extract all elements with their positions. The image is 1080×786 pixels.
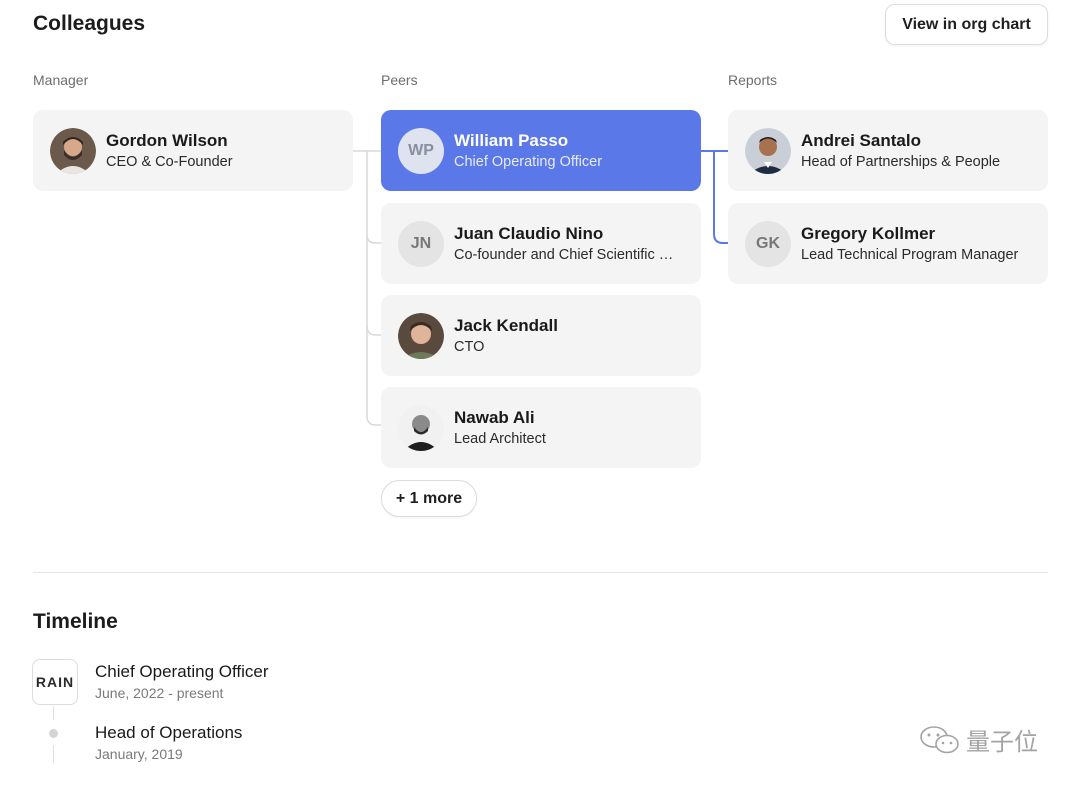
timeline-title: Timeline — [33, 610, 118, 633]
colleague-role: CTO — [454, 338, 485, 355]
colleague-role: Lead Technical Program Manager — [801, 246, 1019, 263]
peers-column-label: Peers — [381, 72, 418, 88]
section-divider — [33, 572, 1048, 573]
colleague-name: Nawab Ali — [454, 407, 535, 427]
report-card[interactable]: Andrei Santalo Head of Partnerships & Pe… — [728, 110, 1048, 191]
company-logo-text: RAIN — [35, 674, 75, 690]
avatar-initials: WP — [398, 127, 444, 174]
reports-column-label: Reports — [728, 72, 778, 88]
avatar — [398, 312, 444, 359]
avatar — [50, 127, 96, 174]
show-more-peers-button[interactable]: + 1 more — [381, 480, 477, 517]
colleagues-title: Colleagues — [33, 12, 146, 35]
colleague-role: CEO & Co-Founder — [106, 153, 233, 170]
colleague-role: Chief Operating Officer — [454, 153, 603, 170]
peer-card[interactable]: JN Juan Claudio Nino Co-founder and Chie… — [381, 203, 701, 284]
report-card[interactable]: GK Gregory Kollmer Lead Technical Progra… — [728, 203, 1048, 284]
timeline-dot — [49, 729, 58, 738]
watermark-text: 量子位 — [966, 728, 1038, 756]
colleague-name: Gregory Kollmer — [801, 223, 936, 243]
timeline-item-title: Head of Operations — [95, 723, 243, 742]
avatar — [745, 127, 791, 174]
colleague-role: Head of Partnerships & People — [801, 153, 1001, 170]
avatar-initials: GK — [745, 220, 791, 267]
manager-card[interactable]: Gordon Wilson CEO & Co-Founder — [33, 110, 353, 191]
view-org-chart-button[interactable]: View in org chart — [885, 4, 1048, 45]
timeline-connector — [53, 745, 54, 763]
colleague-name: Juan Claudio Nino — [454, 223, 604, 243]
colleague-name: Andrei Santalo — [801, 130, 921, 150]
timeline-item-title: Chief Operating Officer — [95, 662, 269, 681]
timeline-item-date: June, 2022 - present — [95, 685, 224, 701]
peer-card-selected[interactable]: WP William Passo Chief Operating Officer — [381, 110, 701, 191]
colleague-role: Lead Architect — [454, 430, 546, 447]
colleague-name: Jack Kendall — [454, 315, 558, 335]
colleague-name: William Passo — [454, 130, 569, 150]
peer-card[interactable]: Jack Kendall CTO — [381, 295, 701, 376]
avatar — [398, 404, 444, 451]
company-logo: RAIN — [32, 659, 78, 705]
avatar-initials: JN — [398, 220, 444, 267]
watermark: 量子位 — [918, 722, 1038, 757]
colleague-name: Gordon Wilson — [106, 130, 228, 150]
wechat-icon — [920, 725, 959, 753]
timeline-item-date: January, 2019 — [95, 746, 183, 762]
peer-card[interactable]: Nawab Ali Lead Architect — [381, 387, 701, 468]
colleague-role: Co-founder and Chief Scientific … — [454, 246, 674, 263]
manager-column-label: Manager — [33, 72, 89, 88]
timeline-connector — [53, 706, 54, 720]
